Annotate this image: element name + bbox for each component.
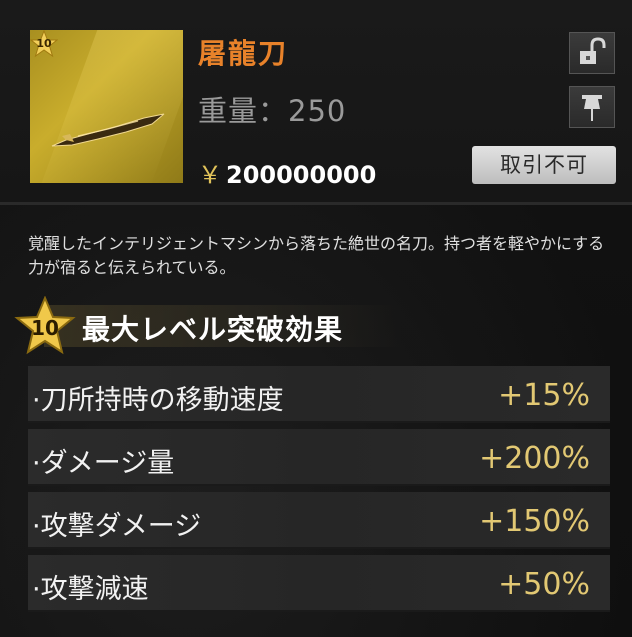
effect-value: +150% xyxy=(479,504,590,539)
section-title: 最大レベル突破効果 xyxy=(82,313,344,346)
effect-row: ·刀所持時の移動速度 +15% xyxy=(28,366,610,423)
lock-button[interactable] xyxy=(569,32,615,74)
item-icon: 10 xyxy=(30,30,183,183)
section-star-number: 10 xyxy=(31,316,59,340)
item-weight: 重量：250 xyxy=(198,94,347,128)
effect-label: ·刀所持時の移動速度 xyxy=(32,385,284,416)
level-badge-number: 10 xyxy=(36,37,52,50)
unlocked-padlock-icon xyxy=(580,37,606,64)
effect-label: ·攻撃ダメージ xyxy=(32,511,202,542)
level-badge: 10 xyxy=(30,30,58,58)
effects-list: ·刀所持時の移動速度 +15% ·ダメージ量 +200% ·攻撃ダメージ +15… xyxy=(28,366,610,618)
effect-row: ·攻撃ダメージ +150% xyxy=(28,492,610,549)
item-price: ￥ 200000000 xyxy=(198,155,376,190)
item-description: 覚醒したインテリジェントマシンから落ちた絶世の名刀。持つ者を軽やかにする力が宿る… xyxy=(28,234,605,277)
item-name: 屠龍刀 xyxy=(198,37,289,70)
pin-button[interactable] xyxy=(569,86,615,128)
icon-shine xyxy=(39,30,183,183)
limit-break-section-header: 10 最大レベル突破効果 xyxy=(14,296,434,356)
price-value: 200000000 xyxy=(226,161,377,189)
effect-row: ·ダメージ量 +200% xyxy=(28,429,610,486)
effect-value: +200% xyxy=(479,441,590,476)
effect-row: ·攻撃減速 +50% xyxy=(28,555,610,612)
trade-status-badge: 取引不可 xyxy=(472,146,616,184)
item-detail-panel: 10 屠龍刀 重量：250 ￥ 200000000 取引不可 覚醒したインテリジェ… xyxy=(0,0,632,637)
effect-label: ·ダメージ量 xyxy=(32,448,175,479)
price-symbol: ￥ xyxy=(198,161,222,189)
pin-icon xyxy=(582,95,602,121)
effect-value: +15% xyxy=(498,378,590,413)
sword-icon xyxy=(51,113,165,147)
effect-value: +50% xyxy=(498,567,590,602)
effect-label: ·攻撃減速 xyxy=(32,574,149,605)
section-star-level: 10 xyxy=(14,296,76,356)
